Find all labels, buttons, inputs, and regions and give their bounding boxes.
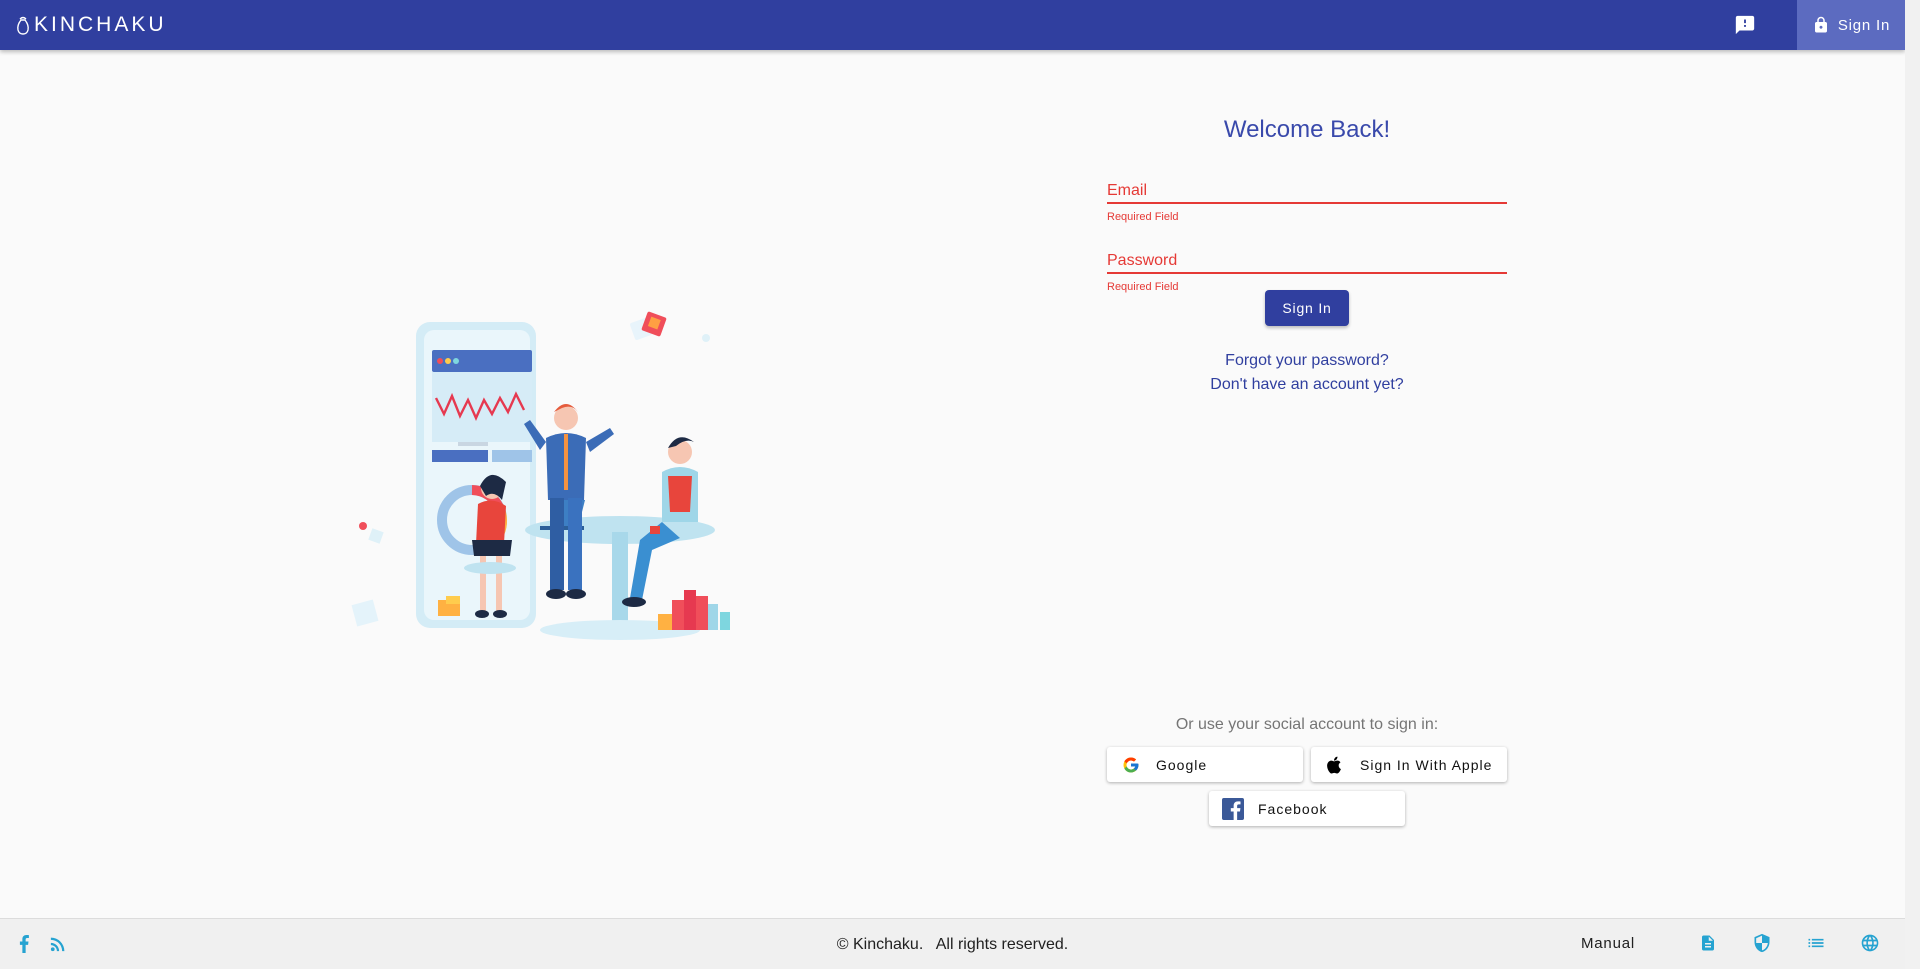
- email-error: Required Field: [1107, 211, 1179, 223]
- feedback-icon: [1735, 15, 1755, 35]
- password-underline: [1107, 272, 1507, 274]
- login-panel: Welcome Back! Email Required Field Passw…: [1107, 100, 1507, 393]
- rss-icon[interactable]: [48, 934, 68, 954]
- pouch-icon: [17, 16, 29, 35]
- meeting-illustration: [351, 311, 730, 640]
- google-icon: [1120, 754, 1142, 776]
- globe-icon[interactable]: [1859, 932, 1881, 954]
- manual-link[interactable]: Manual: [1581, 935, 1635, 952]
- google-signin-button[interactable]: Google: [1107, 747, 1303, 782]
- list-icon[interactable]: [1805, 932, 1827, 954]
- header-signin-button[interactable]: Sign In: [1797, 0, 1905, 50]
- feedback-button[interactable]: [1723, 0, 1767, 50]
- signin-submit-button[interactable]: Sign In: [1265, 290, 1349, 326]
- apple-icon: [1324, 754, 1346, 776]
- register-link[interactable]: Don't have an account yet?: [1107, 376, 1507, 394]
- page-title: Welcome Back!: [1223, 116, 1391, 143]
- document-icon[interactable]: [1697, 932, 1719, 954]
- forgot-password-link[interactable]: Forgot your password?: [1107, 352, 1507, 370]
- scrollbar[interactable]: [1905, 0, 1920, 969]
- apple-label: Sign In With Apple: [1360, 756, 1493, 773]
- email-label: Email: [1107, 182, 1148, 199]
- social-signin-title: Or use your social account to sign in:: [1175, 716, 1439, 733]
- lock-icon: [1814, 16, 1827, 33]
- email-field[interactable]: Email Required Field: [1107, 182, 1507, 223]
- facebook-icon: [1222, 797, 1244, 820]
- email-underline: [1107, 202, 1507, 204]
- facebook-social-icon[interactable]: [14, 934, 34, 954]
- google-label: Google: [1156, 756, 1208, 773]
- top-app-bar: KINCHAKU Sign In: [0, 0, 1905, 50]
- shield-icon[interactable]: [1751, 932, 1773, 954]
- footer: © Kinchaku. All rights reserved. Manual: [0, 918, 1905, 969]
- header-signin-label: Sign In: [1837, 16, 1891, 34]
- brand-name: KINCHAKU: [34, 13, 167, 36]
- password-field[interactable]: Password Required Field: [1107, 252, 1507, 293]
- password-label: Password: [1107, 252, 1178, 269]
- brand-logo[interactable]: KINCHAKU: [14, 13, 167, 37]
- facebook-label: Facebook: [1258, 800, 1328, 817]
- apple-signin-button[interactable]: Sign In With Apple: [1311, 747, 1507, 782]
- facebook-signin-button[interactable]: Facebook: [1209, 791, 1405, 826]
